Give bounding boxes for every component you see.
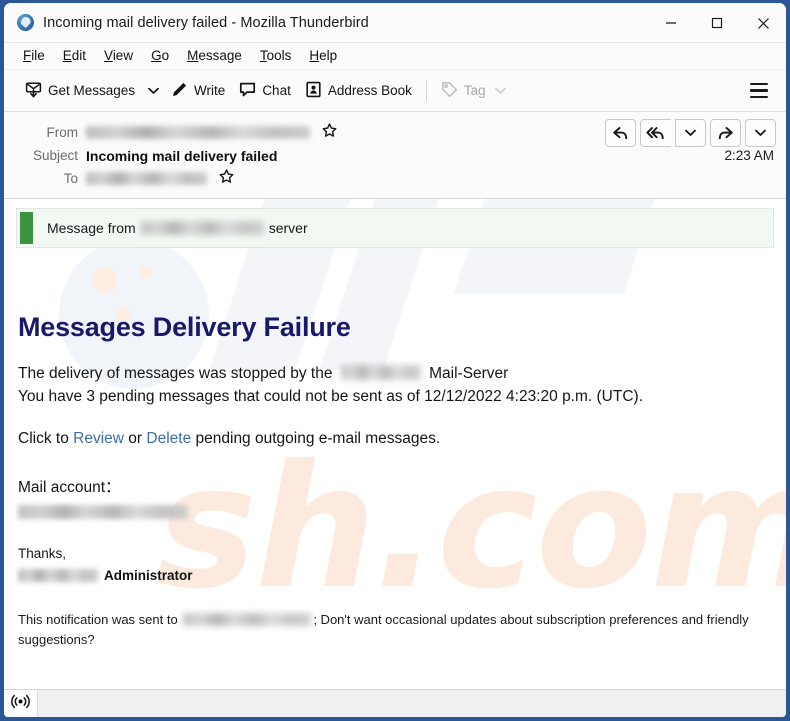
menu-edit[interactable]: Edit (54, 46, 95, 66)
paragraph-call-to-action: Click to Review or Delete pending outgoi… (18, 427, 772, 450)
menu-go[interactable]: Go (142, 46, 178, 66)
maximize-button[interactable] (694, 3, 740, 43)
from-value-redacted (86, 126, 310, 139)
cta-or: or (128, 430, 143, 447)
get-messages-button[interactable]: Get Messages (18, 76, 142, 106)
statusbar (4, 689, 786, 717)
footnote-email-redacted (183, 613, 312, 626)
from-label: From (46, 125, 79, 140)
banner-domain-redacted (140, 221, 264, 235)
chat-button[interactable]: Chat (232, 76, 298, 106)
tag-dropdown-icon[interactable] (494, 83, 506, 98)
address-book-button[interactable]: Address Book (298, 76, 419, 106)
titlebar: Incoming mail delivery failed - Mozilla … (4, 3, 786, 43)
mail-account-value-redacted (18, 504, 772, 522)
thunderbird-icon (17, 14, 34, 31)
forward-button[interactable] (710, 119, 741, 147)
mail-account-label: Mail account： (18, 479, 121, 496)
mail-inner: Messages Delivery Failure The delivery o… (4, 312, 786, 650)
window-frame: Incoming mail delivery failed - Mozilla … (0, 0, 790, 721)
hamburger-menu-icon (750, 83, 768, 86)
paragraph-delivery-stopped: The delivery of messages was stopped by … (18, 362, 772, 385)
menubar: File Edit View Go Message Tools Help (4, 43, 786, 70)
to-label: To (63, 171, 78, 186)
tag-button[interactable]: Tag (434, 76, 513, 106)
tag-label: Tag (463, 83, 486, 98)
para1-domain-redacted (340, 365, 421, 380)
status-text (38, 690, 786, 717)
message-actions (605, 119, 776, 147)
online-status-button[interactable] (4, 690, 38, 717)
message-body: sh.com Message from server Messages Deli… (4, 199, 786, 689)
pencil-icon (171, 81, 188, 101)
subject-value: Incoming mail delivery failed (86, 147, 278, 164)
banner-prefix: Message from (47, 220, 136, 236)
paragraph-pending-messages: You have 3 pending messages that could n… (18, 388, 644, 405)
para1-before: The delivery of messages was stopped by … (18, 365, 333, 382)
close-button[interactable] (740, 3, 786, 43)
toolbar-separator (425, 80, 427, 101)
thunderbird-window: Incoming mail delivery failed - Mozilla … (4, 3, 786, 717)
reply-all-dropdown[interactable] (675, 119, 706, 147)
cta-after: pending outgoing e-mail messages. (195, 430, 441, 447)
signature-role: Administrator (104, 568, 193, 583)
get-messages-label: Get Messages (48, 83, 136, 98)
get-messages-dropdown[interactable] (142, 76, 164, 106)
subject-row: Subject Incoming mail delivery failed 2:… (16, 144, 776, 167)
menu-message[interactable]: Message (178, 46, 251, 66)
app-menu-button[interactable] (744, 76, 774, 106)
banner-text: Message from server (33, 209, 308, 247)
chat-label: Chat (262, 83, 291, 98)
review-link[interactable]: Review (73, 430, 124, 447)
write-label: Write (194, 83, 226, 98)
cta-before: Click to (18, 430, 69, 447)
contact-card-icon (305, 81, 322, 101)
subject-label: Subject (32, 148, 78, 163)
broadcast-online-icon (11, 694, 30, 714)
message-header: From Subject Incoming mail delivery fail… (4, 112, 786, 199)
para1-after: Mail-Server (429, 365, 509, 382)
signature-domain-redacted (18, 569, 98, 582)
banner-accent-bar (20, 212, 33, 244)
window-controls (648, 3, 786, 42)
footnote: This notification was sent to ; Don't wa… (18, 610, 772, 650)
menu-file[interactable]: File (14, 46, 54, 66)
from-star-icon[interactable] (322, 122, 337, 143)
to-row: To (16, 167, 776, 190)
to-star-icon[interactable] (219, 168, 234, 189)
footnote-before: This notification was sent to (18, 612, 178, 627)
server-message-banner: Message from server (16, 208, 774, 248)
write-button[interactable]: Write (164, 76, 232, 106)
address-book-label: Address Book (327, 83, 412, 98)
window-title: Incoming mail delivery failed - Mozilla … (43, 14, 369, 31)
download-mail-icon (25, 81, 42, 101)
menu-view[interactable]: View (95, 46, 142, 66)
delete-link[interactable]: Delete (146, 430, 191, 447)
banner-suffix: server (268, 220, 308, 236)
more-actions-dropdown[interactable] (745, 119, 776, 147)
mail-content: Message from server Messages Delivery Fa… (4, 208, 786, 650)
page-title: Messages Delivery Failure (18, 312, 351, 342)
main-toolbar: Get Messages Write Chat Address Book Tag (4, 70, 786, 112)
tag-icon (441, 81, 458, 101)
minimize-button[interactable] (648, 3, 694, 43)
menu-tools[interactable]: Tools (251, 46, 301, 66)
speech-bubble-icon (239, 81, 256, 101)
reply-all-button[interactable] (640, 119, 671, 147)
to-value-redacted (86, 172, 207, 185)
signoff-thanks: Thanks, (18, 546, 67, 561)
reply-button[interactable] (605, 119, 636, 147)
signature-row: Administrator (18, 568, 772, 583)
menu-help[interactable]: Help (300, 46, 346, 66)
message-time: 2:23 AM (724, 148, 774, 163)
